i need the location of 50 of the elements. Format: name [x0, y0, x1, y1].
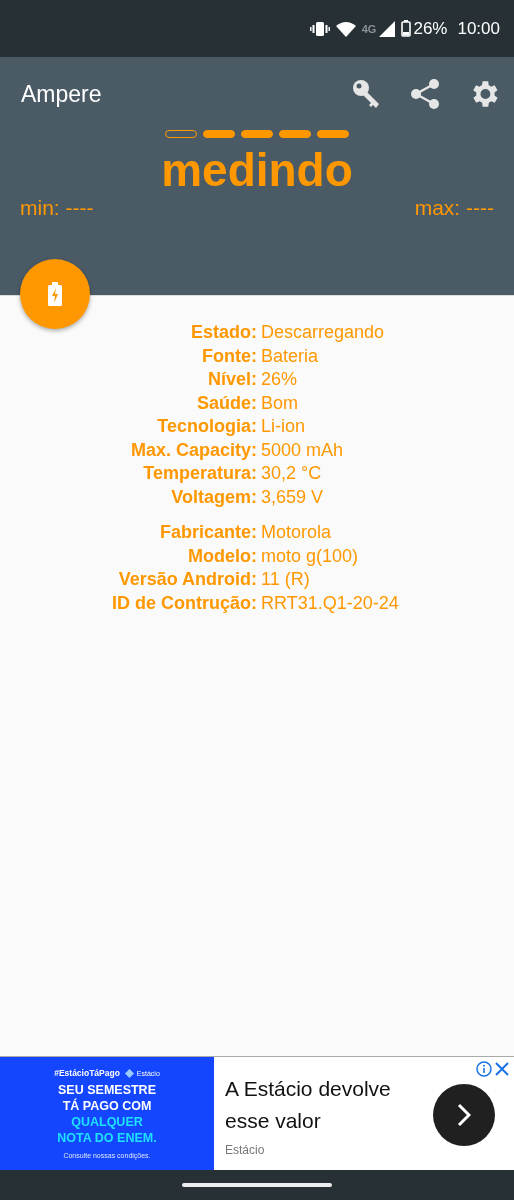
info-label: Tecnologia: [156, 415, 257, 438]
info-value: Motorola [261, 521, 333, 544]
info-label: Fonte: [201, 344, 257, 368]
info-value: RRT31.Q1-20-24 [261, 591, 400, 615]
info-value: Descarregando [261, 321, 386, 344]
signal-icon [379, 20, 396, 37]
app-title: Ampere [21, 80, 102, 108]
diamond-icon [124, 1068, 134, 1078]
info-value: Bom [261, 391, 299, 415]
home-handle[interactable] [182, 1183, 332, 1187]
share-icon[interactable] [409, 78, 441, 110]
clock: 10:00 [457, 18, 500, 39]
ad-slogan-line: SEU SEMESTRE [58, 1083, 156, 1098]
battery-charging-icon [48, 282, 62, 306]
info-value: Li-ion [261, 415, 307, 438]
info-value: 26% [261, 368, 299, 391]
info-label: ID de Contrução: [111, 591, 257, 615]
info-label: Voltagem: [170, 485, 257, 509]
info-label: Fabricante: [158, 521, 257, 544]
ad-headline: A Estácio devolve esse valor [225, 1076, 392, 1134]
info-value: 3,659 V [261, 485, 325, 509]
info-label: Max. Capacity: [129, 438, 257, 462]
info-value: 11 (R) [261, 568, 311, 591]
info-icon[interactable] [476, 1061, 492, 1077]
wifi-icon [335, 20, 356, 37]
info-value: 30,2 °C [261, 462, 323, 485]
vibrate-icon [309, 20, 330, 37]
min-value: min: ---- [20, 196, 94, 220]
network-type: 4G [361, 22, 377, 35]
info-value: moto g(100) [261, 544, 360, 568]
battery-icon [401, 20, 412, 37]
battery-percent: 26% [413, 18, 448, 39]
info-label: Modelo: [187, 544, 257, 568]
ad-slogan-line: TÁ PAGO COM [62, 1099, 152, 1114]
info-value: Bateria [261, 344, 320, 368]
chevron-right-icon [457, 1103, 471, 1127]
info-label: Estado: [190, 321, 257, 344]
info-label: Temperatura: [142, 462, 257, 485]
info-label: Nível: [206, 368, 257, 391]
ad-slogan-line: QUALQUER [71, 1115, 143, 1130]
reading-status: medindo [160, 143, 354, 198]
ad-slogan-line: NOTA DO ENEM. [57, 1131, 157, 1146]
info-value: 5000 mAh [261, 438, 345, 462]
battery-button[interactable] [20, 259, 90, 329]
info-label: Saúde: [196, 391, 257, 415]
close-icon[interactable] [495, 1062, 509, 1076]
max-value: max: ---- [414, 196, 494, 220]
ad-advertiser: Estácio [225, 1143, 266, 1157]
info-label: Versão Android: [117, 568, 257, 591]
ad-hashtag: #EstácioTáPago [54, 1068, 120, 1078]
